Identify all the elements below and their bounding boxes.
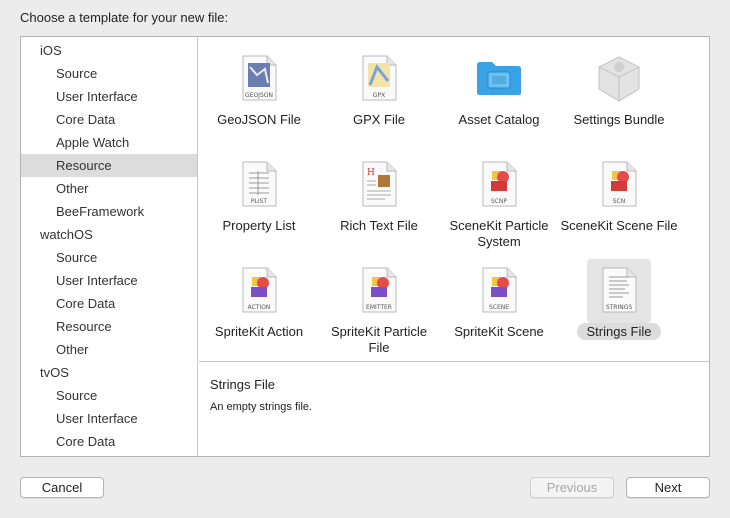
template-description: Strings File An empty strings file.: [199, 363, 709, 456]
template-scenekit-scene-file[interactable]: SCN SceneKit Scene File: [559, 149, 679, 255]
platform-sidebar[interactable]: iOS Source User Interface Core Data Apple Wa…: [21, 37, 198, 456]
gpx-file-icon: GPX: [347, 47, 411, 111]
description-title: Strings File: [210, 377, 276, 392]
sidebar-platform-tvos: tvOS: [40, 365, 69, 380]
spritekit-scene-icon: SCENE: [467, 259, 531, 323]
svg-text:SCNP: SCNP: [491, 198, 507, 205]
svg-text:EMITTER: EMITTER: [366, 304, 392, 311]
sidebar-item-beeframework[interactable]: BeeFramework: [21, 200, 197, 223]
template-label: SpriteKit Scene: [454, 324, 544, 339]
cancel-button[interactable]: Cancel: [20, 477, 104, 498]
template-settings-bundle[interactable]: Settings Bundle: [559, 43, 679, 149]
sidebar-platform-ios: iOS: [40, 43, 62, 58]
template-spritekit-action[interactable]: ACTION SpriteKit Action: [199, 255, 319, 361]
template-label: SceneKit Particle System: [449, 218, 549, 249]
template-spritekit-scene[interactable]: SCENE SpriteKit Scene: [439, 255, 559, 361]
scenekit-scene-icon: SCN: [587, 153, 651, 217]
sidebar-list: iOS Source User Interface Core Data Apple Wa…: [21, 37, 197, 453]
sidebar-item-user-interface[interactable]: User Interface: [21, 269, 197, 292]
template-label: SpriteKit Action: [214, 324, 304, 339]
sidebar-item-other[interactable]: Other: [21, 177, 197, 200]
template-property-list[interactable]: PLIST Property List: [199, 149, 319, 255]
sidebar-item-resource[interactable]: Resource: [21, 154, 197, 177]
sidebar-platform-watchos: watchOS: [40, 227, 93, 242]
svg-text:SCN: SCN: [613, 198, 626, 205]
sidebar-item-other[interactable]: Other: [21, 338, 197, 361]
svg-text:STRINGS: STRINGS: [606, 304, 633, 311]
template-scenekit-particle-system[interactable]: SCNP SceneKit Particle System: [439, 149, 559, 255]
spritekit-emitter-icon: EMITTER: [347, 259, 411, 323]
template-gpx-file[interactable]: GPX GPX File: [319, 43, 439, 149]
svg-text:GPX: GPX: [373, 92, 385, 99]
strings-file-icon: STRINGS: [587, 259, 651, 323]
next-button[interactable]: Next: [626, 477, 710, 498]
plist-file-icon: PLIST: [227, 153, 291, 217]
sidebar-item-source[interactable]: Source: [21, 246, 197, 269]
template-label: SceneKit Scene File: [560, 218, 678, 233]
template-strings-file[interactable]: STRINGS Strings File: [559, 255, 679, 361]
spritekit-action-icon: ACTION: [227, 259, 291, 323]
template-asset-catalog[interactable]: Asset Catalog: [439, 43, 559, 149]
sidebar-item-source[interactable]: Source: [21, 62, 197, 85]
geojson-file-icon: GEOJSON: [227, 47, 291, 111]
sidebar-item-core-data[interactable]: Core Data: [21, 292, 197, 315]
sidebar-item-user-interface[interactable]: User Interface: [21, 407, 197, 430]
template-label: Settings Bundle: [573, 112, 665, 127]
sidebar-item-apple-watch[interactable]: Apple Watch: [21, 131, 197, 154]
description-text: An empty strings file.: [210, 401, 313, 413]
svg-text:PLIST: PLIST: [251, 198, 268, 205]
settings-bundle-icon: [587, 47, 651, 111]
template-label: Asset Catalog: [458, 112, 540, 127]
sidebar-item-core-data[interactable]: Core Data: [21, 108, 197, 131]
svg-text:GEOJSON: GEOJSON: [245, 92, 273, 99]
template-label: Rich Text File: [340, 218, 418, 233]
template-label: Property List: [222, 218, 296, 233]
template-geojson-file[interactable]: GEOJSON GeoJSON File: [199, 43, 319, 149]
scenekit-particle-icon: SCNP: [467, 153, 531, 217]
template-label: GPX File: [352, 112, 405, 127]
dialog-heading: Choose a template for your new file:: [20, 10, 229, 25]
template-grid: GEOJSON GeoJSON File GPX GPX File Asset Cata…: [199, 37, 709, 362]
sidebar-item-source[interactable]: Source: [21, 384, 197, 407]
svg-text:ACTION: ACTION: [248, 304, 271, 311]
rich-text-file-icon: H: [347, 153, 411, 217]
svg-text:H: H: [367, 168, 375, 178]
svg-text:SCENE: SCENE: [489, 304, 509, 311]
sidebar-item-user-interface[interactable]: User Interface: [21, 85, 197, 108]
previous-button[interactable]: Previous: [530, 477, 614, 498]
template-label: GeoJSON File: [217, 112, 301, 127]
folder-icon: [467, 47, 531, 111]
template-spritekit-particle-file[interactable]: EMITTER SpriteKit Particle File: [319, 255, 439, 361]
template-rich-text-file[interactable]: H Rich Text File: [319, 149, 439, 255]
sidebar-item-core-data[interactable]: Core Data: [21, 430, 197, 453]
sidebar-item-resource[interactable]: Resource: [21, 315, 197, 338]
template-label: SpriteKit Particle File: [330, 324, 428, 355]
template-label: Strings File: [559, 323, 679, 340]
template-chooser-panel: iOS Source User Interface Core Data Apple Wa…: [20, 36, 710, 457]
